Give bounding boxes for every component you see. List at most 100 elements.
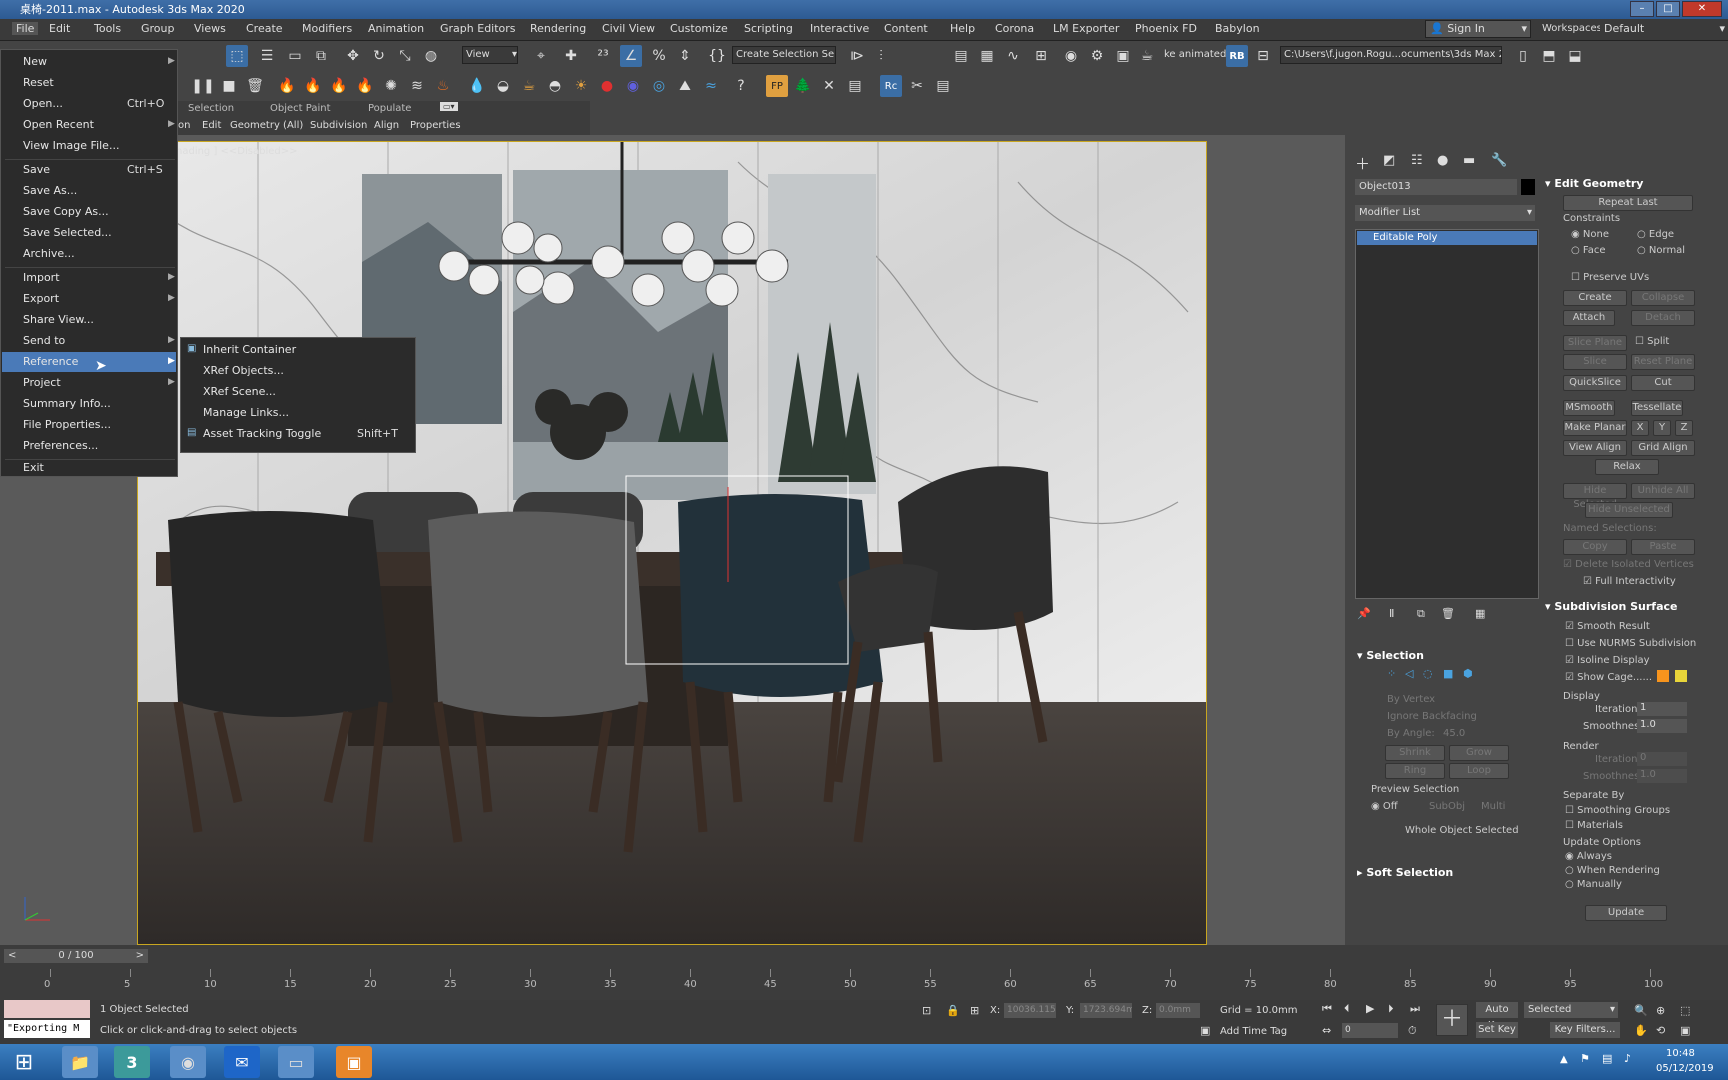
named-selection-set[interactable]: Create Selection Se [732, 46, 836, 64]
move-icon[interactable]: ✥ [342, 45, 364, 67]
align-icon[interactable]: ⫶ [870, 45, 892, 67]
tray-up-icon[interactable]: ▲ [1560, 1054, 1568, 1065]
menu-create[interactable]: Create [246, 22, 283, 35]
menu-item-save-selected[interactable]: Save Selected... [23, 226, 112, 239]
trash-icon[interactable]: 🗑 [244, 75, 266, 97]
menu-phoenix-fd[interactable]: Phoenix FD [1135, 22, 1197, 35]
app-icon[interactable]: ▣ [336, 1046, 372, 1078]
pot-icon[interactable]: ◓ [544, 75, 566, 97]
pin-stack-icon[interactable]: 📌 [1357, 607, 1371, 620]
sphere-icon[interactable]: ● [596, 75, 618, 97]
loop-button[interactable]: Loop [1449, 763, 1509, 779]
workspace-select[interactable]: Default ▾ [1600, 20, 1728, 38]
ribbon-item-edit[interactable]: Edit [202, 120, 221, 131]
zoom-icon[interactable]: 🔍 [1634, 1004, 1648, 1017]
menu-babylon[interactable]: Babylon [1215, 22, 1260, 35]
create-tab-icon[interactable]: ＋ [1355, 153, 1370, 174]
x-coordinate-field[interactable]: 10036.115 [1004, 1003, 1056, 1018]
wrench-icon[interactable]: ✂ [906, 75, 928, 97]
menu-group[interactable]: Group [141, 22, 175, 35]
cage-color-swatch[interactable] [1657, 670, 1669, 682]
reference-coordinate-select[interactable]: View ▾ [462, 46, 518, 64]
menu-item-project[interactable]: Project [23, 376, 61, 389]
menu-edit[interactable]: Edit [49, 22, 70, 35]
object-name-field[interactable]: Object013 [1355, 179, 1517, 195]
pan-icon[interactable]: ✋ [1634, 1024, 1648, 1037]
reset-plane-button[interactable]: Reset Plane [1631, 354, 1695, 370]
menu-item-reference[interactable]: Reference [23, 355, 78, 368]
menu-graph-editors[interactable]: Graph Editors [440, 22, 516, 35]
maxscript-listener[interactable] [4, 1000, 90, 1018]
fire-icon[interactable]: 🔥 [302, 75, 324, 97]
close-button[interactable]: ✕ [1682, 1, 1722, 17]
iterations-spinner[interactable]: 1 [1637, 702, 1687, 716]
menu-item-send-to[interactable]: Send to [23, 334, 65, 347]
perspective-viewport[interactable] [137, 141, 1207, 945]
time-tag-icon[interactable]: ▣ [1200, 1024, 1210, 1037]
key-mode-icon[interactable]: ⇔ [1322, 1024, 1331, 1037]
file-explorer-icon[interactable]: 📁 [62, 1046, 98, 1078]
menu-item-view-image-file[interactable]: View Image File... [23, 139, 119, 152]
lock-icon[interactable]: 🔒 [946, 1004, 960, 1017]
pause-icon[interactable]: ❚❚ [191, 75, 214, 97]
project-folder-icon[interactable]: ▯ [1512, 45, 1534, 67]
preserve-uvs-checkbox[interactable]: ☐ Preserve UVs [1571, 272, 1649, 283]
z-coordinate-field[interactable]: 0.0mm [1156, 1003, 1200, 1018]
stop-icon[interactable]: ■ [218, 75, 240, 97]
tessellate-button[interactable]: Tessellate [1631, 400, 1683, 416]
materials-checkbox[interactable]: ☐ Materials [1565, 820, 1623, 831]
window-icon[interactable]: ▭ [278, 1046, 314, 1078]
use-nurms-checkbox[interactable]: ☐ Use NURMS Subdivision [1565, 638, 1696, 649]
flame-icon[interactable]: ♨ [432, 75, 454, 97]
split-checkbox[interactable]: ☐ Split [1635, 336, 1669, 347]
tree-icon[interactable]: 🌲 [792, 75, 814, 97]
project-path-field[interactable]: C:\Users\f.jugon.Rogu...ocuments\3ds Max… [1280, 46, 1502, 64]
chevron-left-icon[interactable]: < [8, 949, 16, 963]
next-frame-icon[interactable]: ⏵ [1388, 1002, 1394, 1016]
menu-lm-exporter[interactable]: LM Exporter [1053, 22, 1119, 35]
polygon-mode-icon[interactable]: ■ [1443, 667, 1453, 680]
relax-button[interactable]: Relax [1595, 459, 1659, 475]
isolate-selection-icon[interactable]: ⊡ [922, 1004, 931, 1017]
chrome-icon[interactable]: ◉ [170, 1046, 206, 1078]
constraint-normal-radio[interactable]: ○ Normal [1637, 245, 1685, 256]
select-object-icon[interactable]: ⬚ [226, 45, 248, 67]
menu-tools[interactable]: Tools [94, 22, 121, 35]
prev-frame-icon[interactable]: ⏴ [1344, 1002, 1350, 1016]
preview-multi-radio[interactable]: Multi [1481, 801, 1505, 812]
menu-modifiers[interactable]: Modifiers [302, 22, 352, 35]
y-coordinate-field[interactable]: 1723.694m [1080, 1003, 1132, 1018]
create-button[interactable]: Create [1563, 290, 1627, 306]
sun-icon[interactable]: ☀ [570, 75, 592, 97]
cup-icon[interactable]: ☕ [518, 75, 540, 97]
start-button-icon[interactable]: ⊞ [4, 1046, 44, 1078]
ring-button[interactable]: Ring [1385, 763, 1445, 779]
play-icon[interactable]: ▶ [1366, 1002, 1374, 1015]
menu-item-file-properties[interactable]: File Properties... [23, 418, 111, 431]
render-iterations-spinner[interactable]: 0 [1637, 752, 1687, 766]
key-filters-button[interactable]: Key Filters... [1550, 1022, 1620, 1038]
ribbon-tab-object-paint[interactable]: Object Paint [270, 103, 331, 114]
menu-item-summary-info[interactable]: Summary Info... [23, 397, 111, 410]
set-key-icon[interactable]: ＋ [1436, 1004, 1468, 1036]
update-when-rendering-radio[interactable]: ○ When Rendering [1565, 865, 1660, 876]
menu-item-new[interactable]: New [23, 55, 47, 68]
shrink-button[interactable]: Shrink [1385, 745, 1445, 761]
percent-snap-icon[interactable]: % [648, 45, 670, 67]
planar-y-button[interactable]: Y [1653, 420, 1671, 436]
tools-icon[interactable]: ✕ [818, 75, 840, 97]
smoothness-spinner[interactable]: 1.0 [1637, 719, 1687, 733]
maximize-button[interactable]: □ [1656, 1, 1680, 17]
quickslice-button[interactable]: QuickSlice [1563, 375, 1627, 391]
emitter-icon[interactable]: ✺ [380, 75, 402, 97]
menu-item-save[interactable]: Save [23, 163, 50, 176]
make-unique-icon[interactable]: ⧉ [1417, 607, 1425, 621]
liquid-icon[interactable]: 💧 [466, 75, 488, 97]
render-teapot-icon[interactable]: ☕ [1136, 45, 1158, 67]
edit-geometry-rollout-header[interactable]: ▾ Edit Geometry [1545, 177, 1643, 190]
render-smoothness-spinner[interactable]: 1.0 [1637, 769, 1687, 783]
hide-unselected-button[interactable]: Hide Unselected [1585, 502, 1673, 518]
edge-mode-icon[interactable]: ◁ [1405, 667, 1413, 680]
orbit-icon[interactable]: ⟲ [1656, 1024, 1665, 1037]
delete-isolated-checkbox[interactable]: ☑ Delete Isolated Vertices [1563, 559, 1694, 570]
